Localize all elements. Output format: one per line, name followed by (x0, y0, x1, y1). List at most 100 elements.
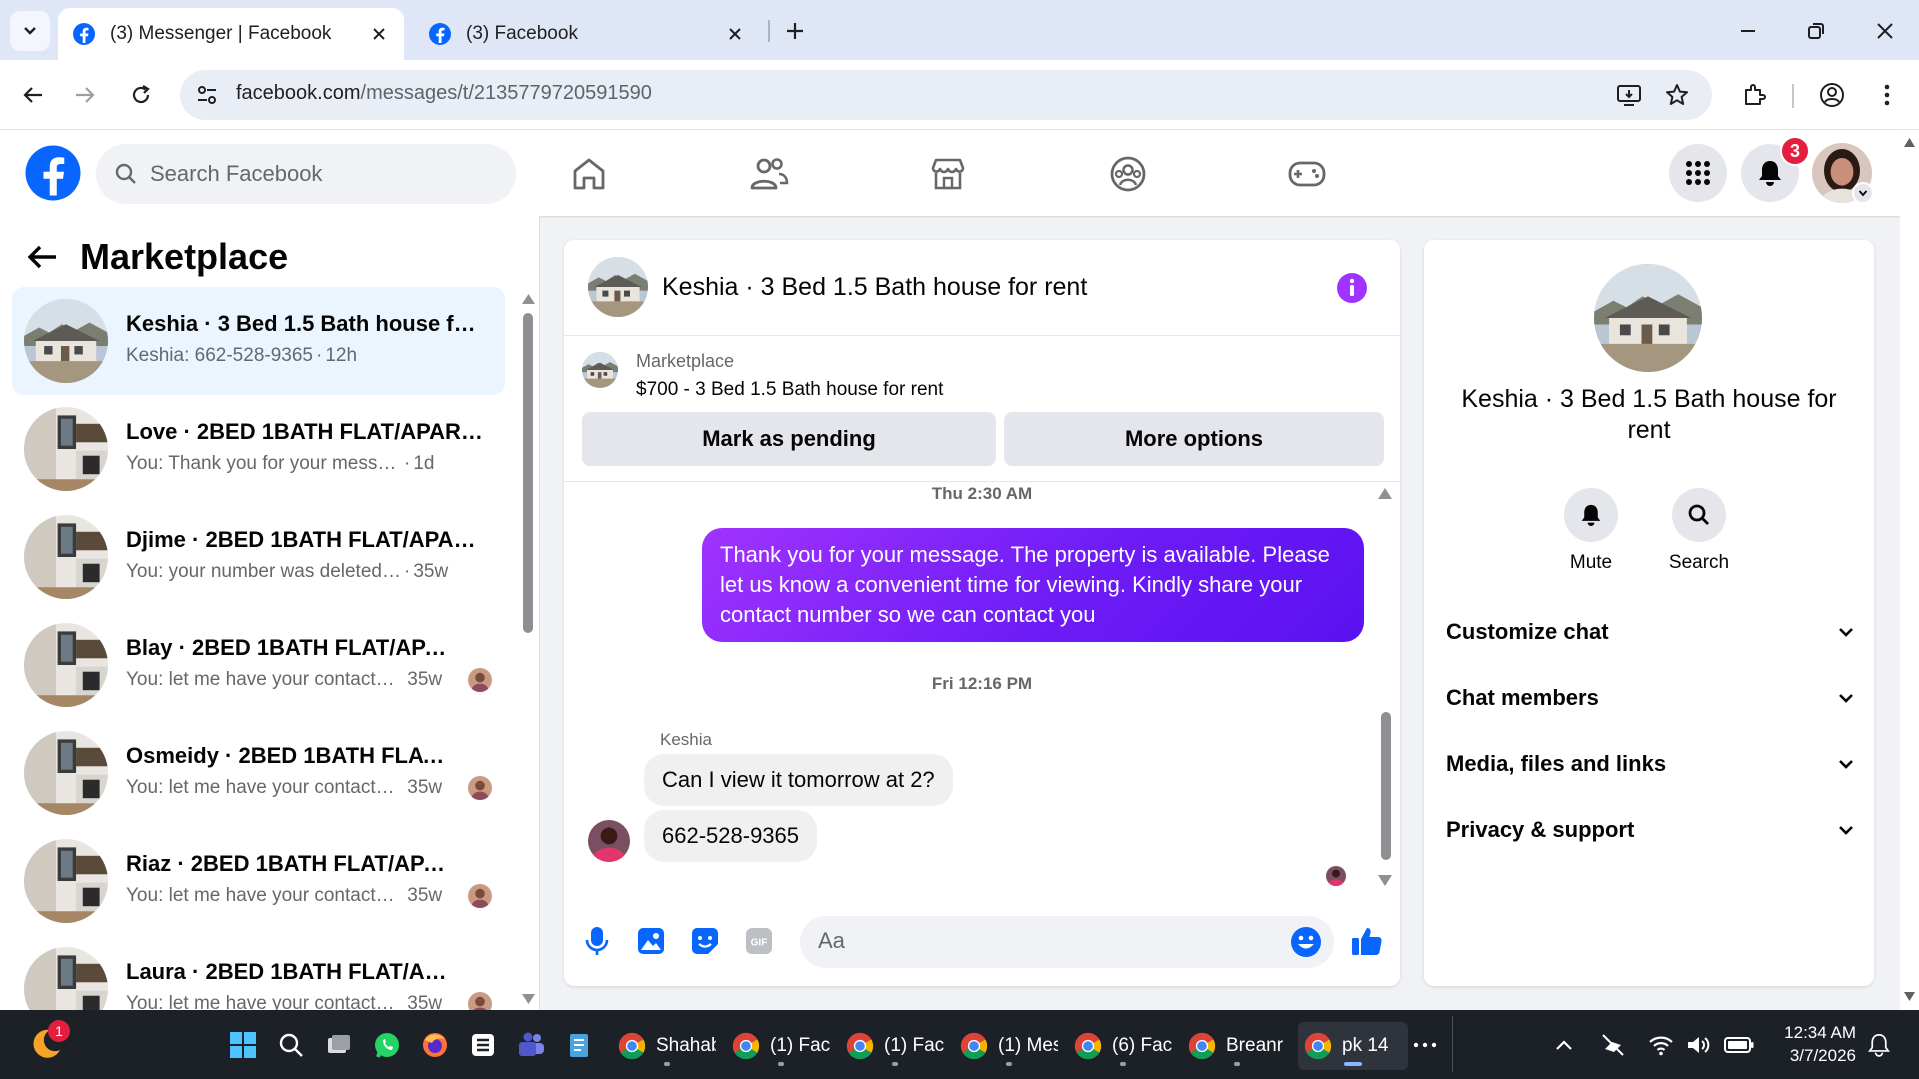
search-input[interactable] (150, 161, 490, 187)
taskbar-chrome-window[interactable]: (6) Fac (1068, 1022, 1178, 1070)
address-bar[interactable]: facebook.com/messages/t/2135779720591590 (180, 70, 1712, 120)
page-scrollbar[interactable] (1900, 130, 1919, 1010)
sender-avatar[interactable] (588, 820, 630, 862)
conversation-item[interactable]: Riaz · 2BED 1BATH FLAT/APARTMENT You: le… (12, 827, 505, 935)
profile-button[interactable] (1813, 76, 1851, 114)
conversation-item[interactable]: Keshia · 3 Bed 1.5 Bath house for rent K… (12, 287, 505, 395)
chevron-down-icon (1839, 826, 1853, 835)
search-action[interactable]: Search (1654, 488, 1744, 574)
taskbar-chrome-window[interactable]: (1) Mes (954, 1022, 1064, 1070)
incoming-message-bubble[interactable]: 662-528-9365 (644, 810, 818, 862)
section-privacy-support[interactable]: Privacy & support (1446, 810, 1854, 850)
taskbar-chrome-window[interactable]: Breanr (1182, 1022, 1292, 1070)
voice-clip-button[interactable] (578, 922, 616, 960)
taskbar-search[interactable] (276, 1027, 306, 1063)
close-tab-icon[interactable] (368, 23, 390, 45)
back-arrow-icon[interactable] (26, 243, 58, 271)
thread-scrollbar-thumb[interactable] (1381, 712, 1391, 860)
notepad-app[interactable] (564, 1027, 594, 1063)
incoming-message-bubble[interactable]: Can I view it tomorrow at 2? (644, 754, 953, 806)
mark-as-pending-button[interactable]: Mark as pending (582, 412, 996, 466)
sticker-button[interactable] (686, 922, 724, 960)
listing-title[interactable]: $700 - 3 Bed 1.5 Bath house for rent (636, 379, 943, 401)
close-window-button[interactable] (1868, 14, 1902, 48)
thread-scroll-down-icon[interactable] (1378, 875, 1392, 886)
conversation-item[interactable]: Djime · 2BED 1BATH FLAT/APARTMENT You: y… (12, 503, 505, 611)
install-app-button[interactable] (1610, 76, 1648, 114)
taskbar-chrome-window[interactable]: Shahab (612, 1022, 722, 1070)
listing-thumbnail[interactable] (582, 352, 618, 388)
chat-title[interactable]: Keshia · 3 Bed 1.5 Bath house for rent (662, 273, 1087, 302)
message-timestamp: Thu 2:30 AM (931, 484, 1033, 503)
list-scroll-down-icon[interactable] (522, 994, 535, 1004)
wifi-status[interactable] (1648, 1027, 1674, 1063)
forward-button[interactable] (66, 76, 104, 114)
conversation-time: 35w (413, 561, 449, 582)
site-info-icon[interactable] (194, 82, 220, 108)
hidden-icons-button[interactable] (1554, 1027, 1574, 1063)
firefox-app[interactable] (420, 1027, 450, 1063)
nav-marketplace[interactable] (924, 150, 972, 198)
conversation-item[interactable]: Osmeidy · 2BED 1BATH FLAT/APARTMENT You:… (12, 719, 505, 827)
section-chat-members[interactable]: Chat members (1446, 678, 1854, 718)
start-button[interactable] (228, 1027, 258, 1063)
emoji-icon[interactable] (1290, 926, 1322, 958)
reload-button[interactable] (122, 76, 160, 114)
restore-button[interactable] (1799, 14, 1833, 48)
taskbar-chrome-window[interactable]: (1) Face (726, 1022, 836, 1070)
tab-search-button[interactable] (10, 11, 50, 51)
outgoing-message-bubble[interactable]: Thank you for your message. The property… (702, 528, 1364, 642)
mute-button[interactable] (1564, 488, 1618, 542)
extensions-button[interactable] (1735, 76, 1773, 114)
list-scroll-up-icon[interactable] (522, 294, 535, 304)
close-tab-icon[interactable] (724, 23, 746, 45)
facebook-logo-icon[interactable] (23, 143, 83, 203)
excel-like-app[interactable] (468, 1027, 498, 1063)
message-input[interactable] (818, 928, 1258, 954)
location-status[interactable] (1600, 1027, 1626, 1063)
url-text[interactable]: facebook.com/messages/t/2135779720591590 (236, 82, 652, 105)
conversation-item[interactable]: Love · 2BED 1BATH FLAT/APARTMENT You: Th… (12, 395, 505, 503)
search-in-chat-button[interactable] (1672, 488, 1726, 542)
notification-center-button[interactable] (1868, 1027, 1890, 1063)
chat-avatar[interactable] (588, 257, 648, 317)
taskbar-chrome-window[interactable]: (1) Face (840, 1022, 950, 1070)
nav-groups[interactable] (1104, 150, 1152, 198)
conversation-item[interactable]: Laura · 2BED 1BATH FLAT/APARTMENT You: l… (12, 935, 505, 1010)
minimize-button[interactable] (1731, 14, 1765, 48)
browser-menu-button[interactable] (1868, 76, 1906, 114)
info-icon[interactable] (1336, 272, 1368, 304)
list-scrollbar-thumb[interactable] (523, 313, 533, 633)
section-media-files-links[interactable]: Media, files and links (1446, 744, 1854, 784)
attach-photo-button[interactable] (632, 922, 670, 960)
back-button[interactable] (14, 76, 52, 114)
browser-tab-facebook[interactable]: (3) Facebook (414, 8, 760, 60)
info-avatar[interactable] (1594, 264, 1702, 372)
task-view[interactable] (324, 1027, 354, 1063)
section-customize-chat[interactable]: Customize chat (1446, 612, 1854, 652)
nav-home[interactable] (565, 150, 613, 198)
scroll-down-arrow-icon[interactable] (1904, 992, 1915, 1001)
nav-friends[interactable] (745, 150, 793, 198)
scroll-up-arrow-icon[interactable] (1904, 138, 1915, 147)
conversation-item[interactable]: Blay · 2BED 1BATH FLAT/APARTMENT You: le… (12, 611, 505, 719)
mute-action[interactable]: Mute (1546, 488, 1636, 574)
account-caret[interactable] (1852, 182, 1874, 204)
system-clock[interactable]: 12:34 AM 3/7/2026 (1768, 1021, 1856, 1067)
teams-app[interactable] (516, 1027, 546, 1063)
gif-button[interactable]: GIF (740, 922, 778, 960)
facebook-search[interactable] (96, 144, 516, 204)
battery-status[interactable] (1724, 1027, 1754, 1063)
taskbar-chrome-window-active[interactable]: pk 14 (1298, 1022, 1408, 1070)
whatsapp-app[interactable] (372, 1027, 402, 1063)
more-options-button[interactable]: More options (1004, 412, 1384, 466)
bookmark-button[interactable] (1658, 76, 1696, 114)
send-like-button[interactable] (1348, 922, 1386, 960)
browser-tab-messenger[interactable]: (3) Messenger | Facebook (58, 8, 404, 60)
thread-scroll-up-icon[interactable] (1378, 488, 1392, 499)
new-tab-button[interactable] (778, 14, 812, 48)
menu-grid-button[interactable] (1669, 144, 1727, 202)
nav-gaming[interactable] (1283, 150, 1331, 198)
volume-status[interactable] (1686, 1027, 1712, 1063)
taskbar-overflow-button[interactable] (1412, 1027, 1438, 1063)
